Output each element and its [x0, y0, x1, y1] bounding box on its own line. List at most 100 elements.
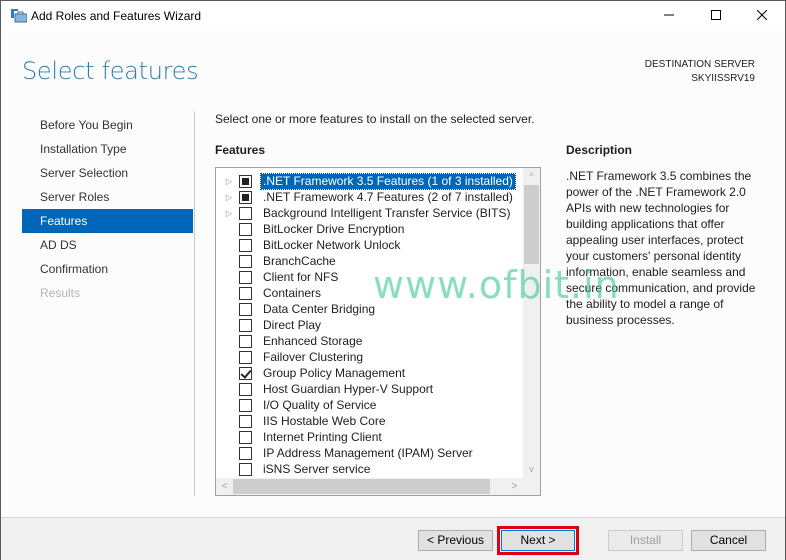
- feature-row[interactable]: ▷Client for NFS: [216, 269, 521, 285]
- feature-row[interactable]: ▷BitLocker Drive Encryption: [216, 221, 521, 237]
- feature-label[interactable]: Failover Clustering: [261, 350, 365, 365]
- features-tree[interactable]: ▷ .NET Framework 3.5 Features (1 of 3 ins…: [215, 167, 541, 496]
- wizard-window: Add Roles and Features Wizard Select fea…: [0, 0, 786, 560]
- feature-label[interactable]: IIS Hostable Web Core: [261, 414, 388, 429]
- nav-item-confirmation[interactable]: Confirmation: [22, 257, 193, 281]
- feature-checkbox[interactable]: [239, 222, 252, 236]
- feature-label[interactable]: .NET Framework 3.5 Features (1 of 3 inst…: [260, 172, 516, 190]
- server-manager-icon: [11, 9, 28, 23]
- close-icon: [756, 9, 768, 23]
- nav-item-before-you-begin[interactable]: Before You Begin: [22, 113, 193, 137]
- feature-row[interactable]: ▷Host Guardian Hyper-V Support: [216, 381, 521, 397]
- feature-row[interactable]: ▷IP Address Management (IPAM) Server: [216, 445, 521, 461]
- feature-checkbox[interactable]: [239, 318, 252, 332]
- feature-checkbox[interactable]: [239, 430, 252, 444]
- feature-row[interactable]: ▷Failover Clustering: [216, 349, 521, 365]
- feature-row[interactable]: ▷Data Center Bridging: [216, 301, 521, 317]
- feature-checkbox[interactable]: [239, 174, 252, 188]
- feature-row[interactable]: ▷Enhanced Storage: [216, 333, 521, 349]
- feature-row[interactable]: ▷I/O Quality of Service: [216, 397, 521, 413]
- feature-label[interactable]: Host Guardian Hyper-V Support: [261, 382, 435, 397]
- page-title: Select features: [22, 57, 199, 85]
- cancel-button[interactable]: Cancel: [691, 530, 766, 551]
- scroll-down-icon[interactable]: v: [523, 461, 540, 478]
- feature-label[interactable]: IP Address Management (IPAM) Server: [261, 446, 475, 461]
- instructions-text: Select one or more features to install o…: [215, 112, 535, 126]
- feature-label[interactable]: .NET Framework 4.7 Features (2 of 7 inst…: [261, 190, 515, 205]
- features-heading: Features: [215, 143, 266, 157]
- feature-label[interactable]: Containers: [261, 286, 323, 301]
- vertical-scrollbar[interactable]: ^ v: [523, 168, 540, 478]
- feature-checkbox[interactable]: [239, 334, 252, 348]
- feature-checkbox[interactable]: [239, 238, 252, 252]
- feature-label[interactable]: BranchCache: [261, 254, 338, 269]
- feature-checkbox[interactable]: [239, 190, 252, 204]
- maximize-button[interactable]: [693, 1, 739, 31]
- feature-checkbox[interactable]: [239, 462, 252, 476]
- feature-row[interactable]: ▷ Background Intelligent Transfer Service…: [216, 205, 521, 221]
- wizard-nav: Before You Begin Installation Type Serve…: [22, 113, 193, 305]
- feature-checkbox[interactable]: [239, 366, 252, 380]
- horizontal-scroll-thumb[interactable]: [233, 479, 490, 494]
- destination-server-name: SKYIISSRV19: [691, 73, 755, 84]
- feature-row[interactable]: ▷Internet Printing Client: [216, 429, 521, 445]
- feature-row[interactable]: ▷iSNS Server service: [216, 461, 521, 477]
- feature-label[interactable]: Client for NFS: [261, 270, 340, 285]
- feature-checkbox[interactable]: [239, 270, 252, 284]
- description-heading: Description: [566, 143, 633, 157]
- feature-row[interactable]: ▷Group Policy Management: [216, 365, 521, 381]
- vertical-scroll-thumb[interactable]: [524, 185, 539, 264]
- expand-arrow-icon[interactable]: ▷: [224, 177, 234, 186]
- install-button: Install: [608, 530, 683, 551]
- feature-label[interactable]: Background Intelligent Transfer Service …: [261, 206, 512, 221]
- feature-label[interactable]: iSNS Server service: [261, 462, 372, 477]
- nav-item-results: Results: [40, 286, 81, 300]
- feature-row[interactable]: ▷ .NET Framework 4.7 Features (2 of 7 ins…: [216, 189, 521, 205]
- expand-arrow-icon[interactable]: ▷: [224, 209, 234, 218]
- destination-server-label: DESTINATION SERVER: [644, 59, 755, 70]
- close-button[interactable]: [739, 1, 785, 31]
- nav-item-installation-type[interactable]: Installation Type: [22, 137, 193, 161]
- feature-label[interactable]: I/O Quality of Service: [261, 398, 378, 413]
- feature-row[interactable]: ▷Direct Play: [216, 317, 521, 333]
- nav-item-ad-ds[interactable]: AD DS: [22, 233, 193, 257]
- previous-button[interactable]: < Previous: [418, 530, 493, 551]
- scroll-right-icon[interactable]: >: [506, 478, 523, 495]
- feature-checkbox[interactable]: [239, 286, 252, 300]
- horizontal-scrollbar[interactable]: < >: [216, 478, 540, 495]
- window-title: Add Roles and Features Wizard: [31, 9, 202, 23]
- expand-arrow-icon[interactable]: ▷: [224, 193, 234, 202]
- feature-checkbox[interactable]: [239, 206, 252, 220]
- feature-checkbox[interactable]: [239, 382, 252, 396]
- feature-checkbox[interactable]: [239, 398, 252, 412]
- title-bar[interactable]: Add Roles and Features Wizard: [1, 1, 785, 31]
- feature-row[interactable]: ▷IIS Hostable Web Core: [216, 413, 521, 429]
- feature-label[interactable]: Internet Printing Client: [261, 430, 384, 445]
- feature-checkbox[interactable]: [239, 302, 252, 316]
- feature-row[interactable]: ▷ .NET Framework 3.5 Features (1 of 3 ins…: [216, 172, 521, 190]
- feature-label[interactable]: BitLocker Network Unlock: [261, 238, 402, 253]
- feature-label[interactable]: Data Center Bridging: [261, 302, 377, 317]
- feature-label[interactable]: Group Policy Management: [261, 366, 407, 381]
- next-button[interactable]: Next >: [501, 530, 575, 551]
- feature-checkbox[interactable]: [239, 414, 252, 428]
- scroll-corner: [523, 478, 540, 495]
- feature-label[interactable]: Direct Play: [261, 318, 323, 333]
- minimize-button[interactable]: [646, 1, 692, 31]
- feature-checkbox[interactable]: [239, 254, 252, 268]
- nav-item-features[interactable]: Features: [22, 209, 193, 233]
- scroll-up-icon[interactable]: ^: [523, 168, 540, 185]
- feature-row[interactable]: ▷BitLocker Network Unlock: [216, 237, 521, 253]
- scroll-left-icon[interactable]: <: [216, 478, 233, 495]
- nav-item-server-roles[interactable]: Server Roles: [22, 185, 193, 209]
- nav-divider: [194, 111, 195, 496]
- feature-label[interactable]: BitLocker Drive Encryption: [261, 222, 406, 237]
- feature-checkbox[interactable]: [239, 446, 252, 460]
- feature-row[interactable]: ▷Containers: [216, 285, 521, 301]
- description-text: .NET Framework 3.5 combines the power of…: [566, 169, 756, 327]
- feature-label[interactable]: Enhanced Storage: [261, 334, 364, 349]
- feature-checkbox[interactable]: [239, 350, 252, 364]
- nav-item-server-selection[interactable]: Server Selection: [22, 161, 193, 185]
- feature-row[interactable]: ▷BranchCache: [216, 253, 521, 269]
- wizard-footer: < Previous Next > Install Cancel: [1, 517, 785, 560]
